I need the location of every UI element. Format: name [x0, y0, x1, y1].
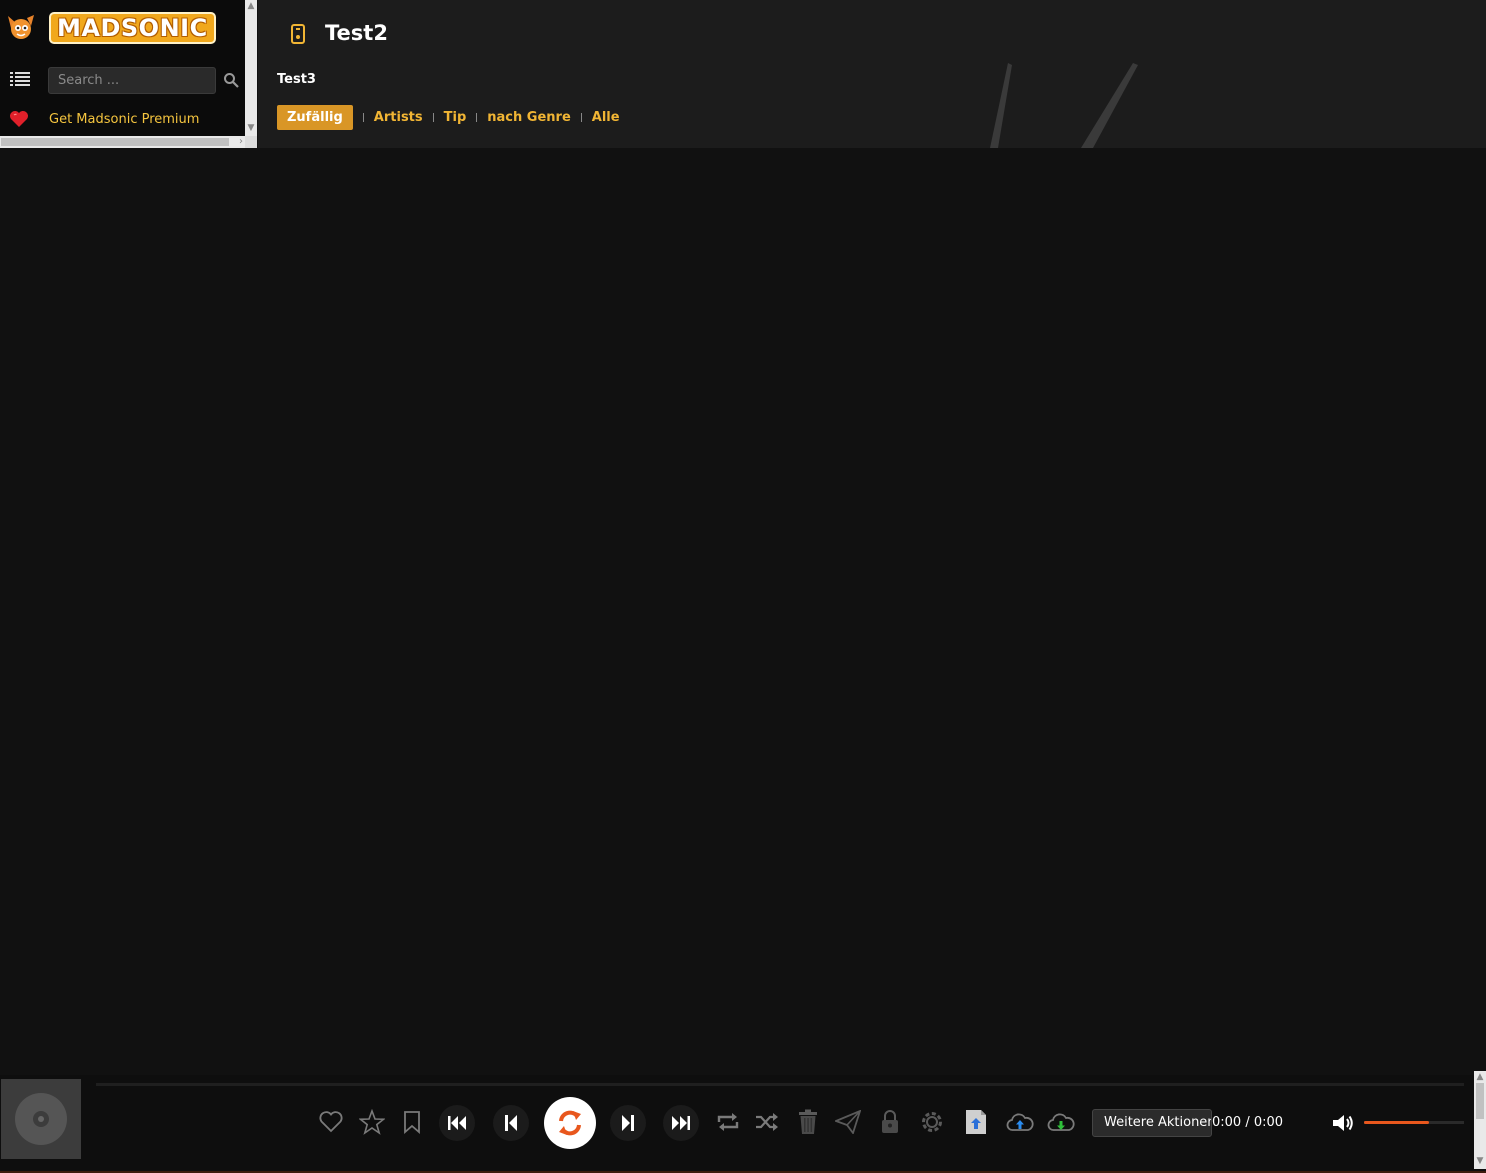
heart-icon [319, 1111, 343, 1133]
page-subtitle: Test3 [277, 72, 316, 87]
scroll-right-arrow-icon[interactable]: › [239, 136, 243, 148]
scrollbar-thumb[interactable] [1, 138, 229, 146]
scroll-up-arrow-icon[interactable]: ▲ [245, 0, 257, 12]
premium-row: Get Madsonic Premium [0, 108, 245, 132]
search-icon[interactable] [223, 72, 239, 88]
more-actions-select[interactable]: Weitere Aktionen [1092, 1109, 1212, 1137]
app-root: MADSONIC Get Madsonic Premium ▲ [0, 0, 1486, 1173]
previous-icon [505, 1115, 517, 1131]
previous-button[interactable] [493, 1105, 529, 1141]
search-row [0, 64, 245, 96]
clear-playlist-button[interactable] [793, 1105, 823, 1139]
search-input[interactable] [48, 67, 216, 94]
tab-alle[interactable]: Alle [582, 105, 630, 130]
like-button[interactable] [316, 1105, 346, 1139]
tab-artists[interactable]: Artists [364, 105, 433, 130]
scrollbar-thumb[interactable] [1476, 1083, 1484, 1119]
heart-icon [10, 111, 28, 127]
volume-icon[interactable] [1332, 1113, 1354, 1133]
shuffle-button[interactable] [752, 1105, 782, 1139]
play-refresh-button[interactable] [544, 1097, 596, 1149]
skip-back-icon [448, 1116, 466, 1130]
trash-icon [799, 1109, 817, 1134]
shuffle-icon [756, 1113, 778, 1131]
madsonic-logo[interactable]: MADSONIC [49, 12, 216, 44]
playback-time: 0:00 / 0:00 [1212, 1115, 1284, 1130]
skip-forward-button[interactable] [663, 1105, 699, 1141]
scrollbar-corner [245, 136, 257, 148]
lock-button[interactable] [875, 1105, 905, 1139]
cloud-download-button[interactable] [1046, 1105, 1076, 1139]
repeat-icon [717, 1113, 739, 1131]
page-title: Test2 [325, 21, 388, 45]
scroll-up-arrow-icon[interactable]: ▲ [1474, 1071, 1486, 1083]
volume-slider-fill [1364, 1121, 1429, 1124]
bookmark-icon [404, 1111, 420, 1134]
fox-logo-icon[interactable] [5, 12, 37, 42]
list-icon[interactable] [10, 71, 30, 87]
album-cover[interactable] [1, 1079, 81, 1159]
tab-tip[interactable]: Tip [434, 105, 477, 130]
player-bar: Weitere Aktionen 0:00 / 0:00 ▲ ▼ [0, 1071, 1486, 1173]
star-icon [359, 1109, 385, 1135]
sidebar: MADSONIC Get Madsonic Premium ▲ [0, 0, 257, 148]
star-button[interactable] [357, 1105, 387, 1139]
lock-icon [882, 1110, 898, 1133]
refresh-icon [559, 1110, 581, 1136]
skip-back-button[interactable] [439, 1105, 475, 1141]
page-header: Test2 Test3 Zufällig Artists Tip nach Ge… [258, 0, 1486, 148]
cloud-download-icon [1047, 1113, 1075, 1131]
gear-icon [922, 1112, 942, 1132]
bookmark-button[interactable] [397, 1105, 427, 1139]
page-vertical-scrollbar[interactable]: ▲ ▼ [1474, 1071, 1486, 1169]
sidebar-vertical-scrollbar[interactable]: ▲ ▼ [245, 0, 257, 136]
disc-placeholder-icon [1, 1079, 81, 1159]
scroll-down-arrow-icon[interactable]: ▼ [1474, 1155, 1486, 1167]
tab-nach-genre[interactable]: nach Genre [477, 105, 580, 130]
filter-tabs: Zufällig Artists Tip nach Genre Alle [277, 105, 630, 130]
next-icon [622, 1115, 634, 1131]
scroll-down-arrow-icon[interactable]: ▼ [245, 122, 257, 134]
sidebar-horizontal-scrollbar[interactable]: › [0, 136, 245, 148]
volume-slider[interactable] [1364, 1121, 1464, 1124]
next-button[interactable] [610, 1105, 646, 1141]
settings-button[interactable] [917, 1105, 947, 1139]
cloud-upload-button[interactable] [1005, 1105, 1035, 1139]
tab-zufaellig[interactable]: Zufällig [277, 105, 353, 130]
upload-file-icon [966, 1110, 986, 1134]
track-progress-bar[interactable] [96, 1083, 1464, 1086]
share-button[interactable] [833, 1105, 863, 1139]
upload-file-button[interactable] [961, 1105, 991, 1139]
skip-forward-icon [672, 1116, 690, 1130]
logo-row: MADSONIC [0, 0, 245, 56]
media-player-icon [291, 24, 305, 44]
repeat-button[interactable] [713, 1105, 743, 1139]
send-icon [835, 1110, 861, 1134]
background-decoration [990, 63, 1138, 148]
get-premium-link[interactable]: Get Madsonic Premium [49, 112, 199, 127]
cloud-upload-icon [1006, 1113, 1034, 1131]
